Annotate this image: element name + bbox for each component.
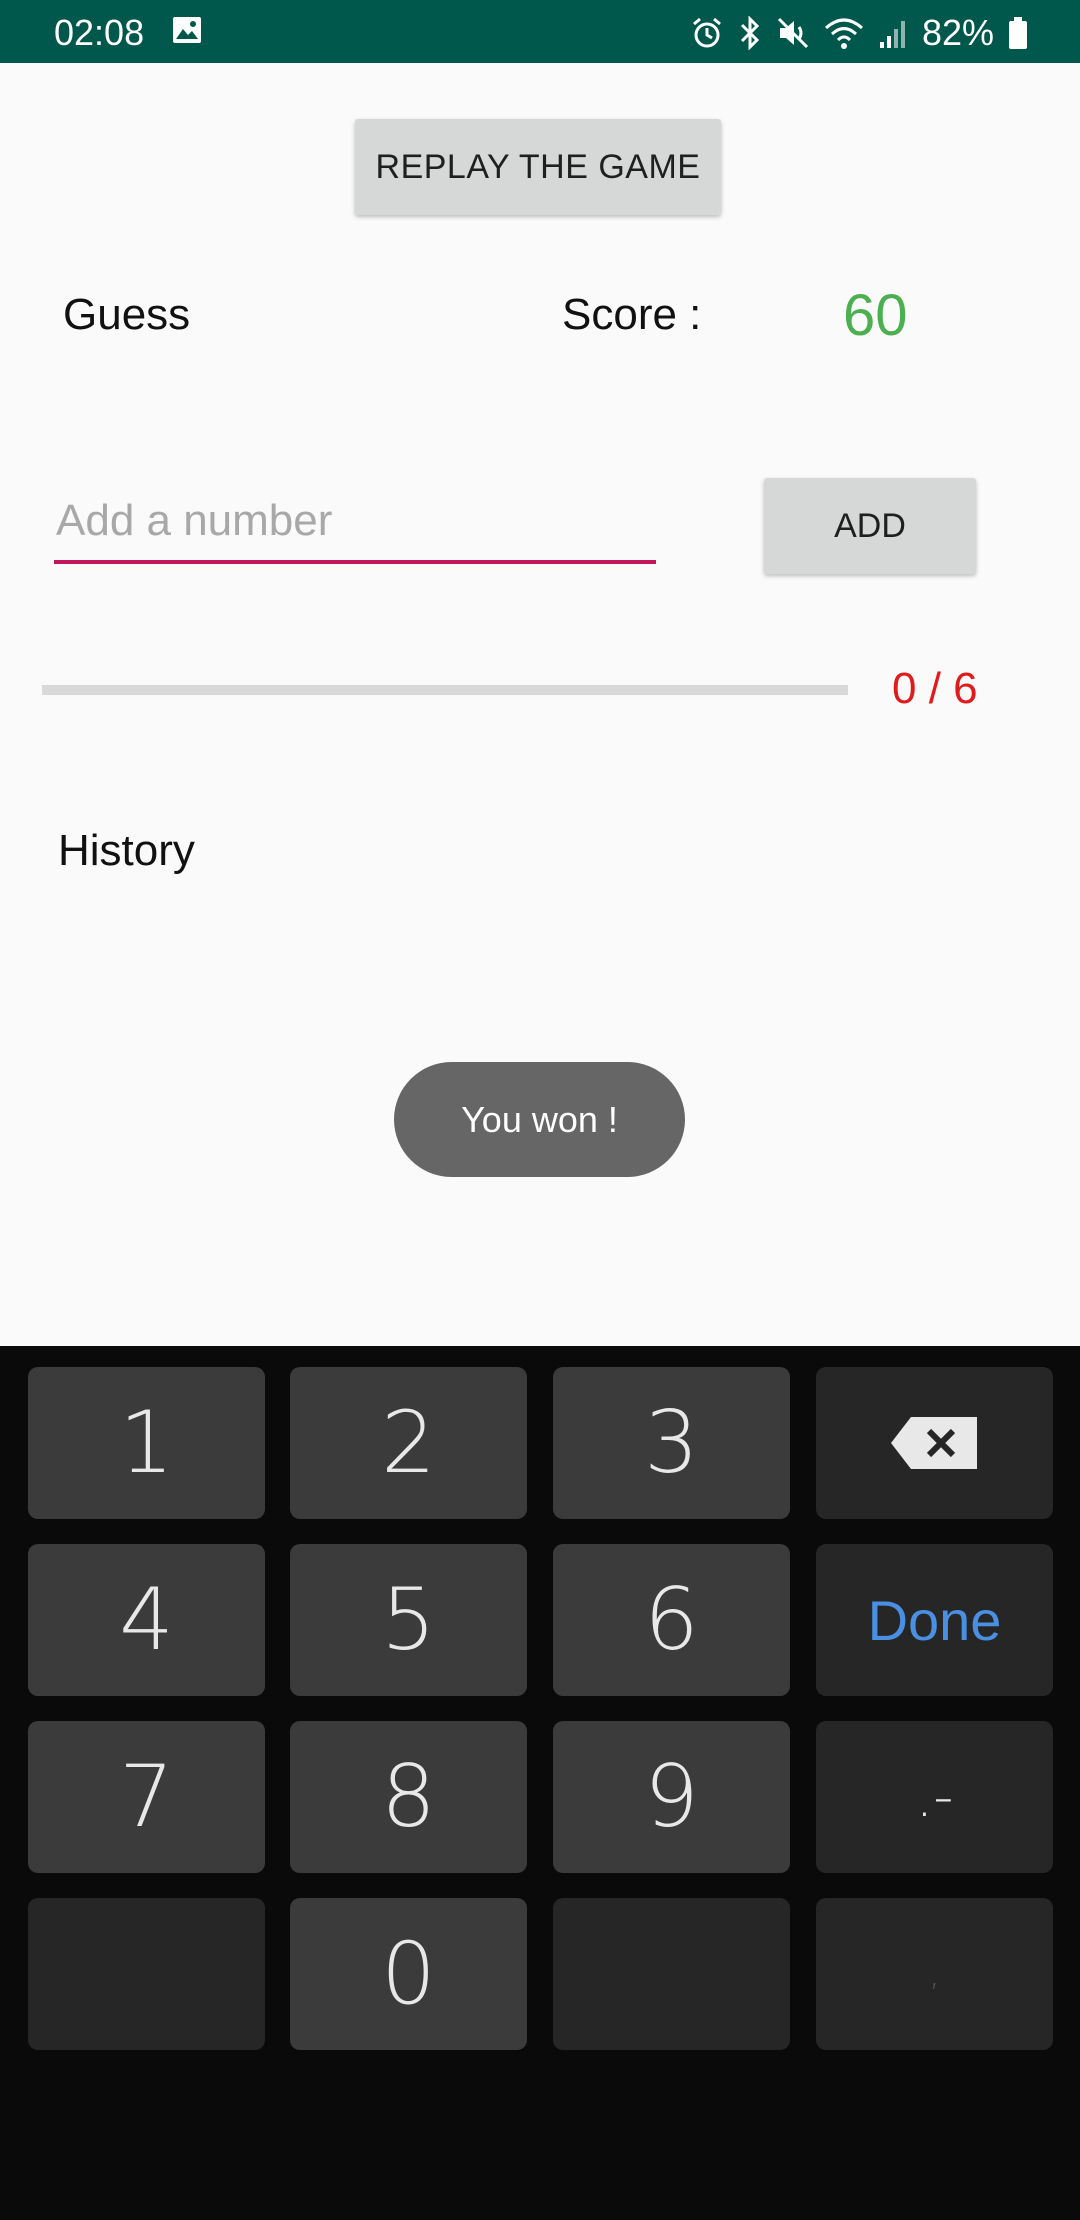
numeric-keyboard: 1 2 3 4 5 6 Done 7 8 9 .- 0 , (0, 1346, 1080, 2220)
key-0[interactable]: 0 (290, 1898, 527, 2050)
key-label: Done (867, 1588, 1002, 1652)
mute-icon (777, 17, 808, 49)
wifi-icon (824, 18, 863, 49)
key-label: 4 (119, 1570, 174, 1670)
key-label: 5 (381, 1570, 436, 1670)
history-label: History (58, 826, 195, 875)
status-icons: 82% (690, 12, 1028, 54)
toast-message: You won ! (394, 1062, 685, 1177)
gallery-icon (173, 17, 201, 43)
toast-text: You won ! (461, 1098, 618, 1140)
key-9[interactable]: 9 (553, 1721, 790, 1873)
key-7[interactable]: 7 (28, 1721, 265, 1873)
key-1[interactable]: 1 (28, 1367, 265, 1519)
status-bar: 02:08 82% (0, 0, 1080, 63)
key-8[interactable]: 8 (290, 1721, 527, 1873)
key-label: 9 (644, 1747, 699, 1847)
score-value: 60 (843, 283, 908, 348)
bluetooth-icon (740, 16, 760, 50)
signal-icon (879, 21, 905, 48)
key-label: 0 (381, 1924, 436, 2024)
key-6[interactable]: 6 (553, 1544, 790, 1696)
battery-percent: 82% (921, 12, 994, 53)
battery-icon (1009, 17, 1027, 49)
decimal-minus-key[interactable]: .- (816, 1721, 1053, 1873)
key-3[interactable]: 3 (553, 1367, 790, 1519)
status-time: 02:08 (54, 12, 145, 53)
backspace-key[interactable] (816, 1367, 1053, 1519)
attempts-counter: 0 / 6 (892, 664, 978, 713)
attempts-progress-bar (42, 685, 848, 695)
empty-key-middle (553, 1898, 790, 2050)
done-key[interactable]: Done (816, 1544, 1053, 1696)
guess-label: Guess (63, 290, 191, 339)
replay-game-button[interactable]: REPLAY THE GAME (355, 119, 721, 215)
key-label: 1 (119, 1393, 174, 1493)
key-label: .- (915, 1764, 954, 1830)
key-4[interactable]: 4 (28, 1544, 265, 1696)
number-input[interactable] (54, 492, 656, 564)
key-label: 8 (381, 1747, 436, 1847)
key-2[interactable]: 2 (290, 1367, 527, 1519)
alarm-icon (692, 17, 721, 48)
key-5[interactable]: 5 (290, 1544, 527, 1696)
key-label: 7 (119, 1747, 174, 1847)
score-label: Score : (562, 290, 702, 339)
key-label: , (929, 1954, 940, 1994)
key-label: 3 (644, 1393, 699, 1493)
add-button[interactable]: ADD (764, 478, 976, 574)
backspace-icon (890, 1417, 977, 1469)
key-label: 6 (644, 1570, 699, 1670)
empty-key-left (28, 1898, 265, 2050)
key-label: 2 (381, 1393, 436, 1493)
comma-key[interactable]: , (816, 1898, 1053, 2050)
